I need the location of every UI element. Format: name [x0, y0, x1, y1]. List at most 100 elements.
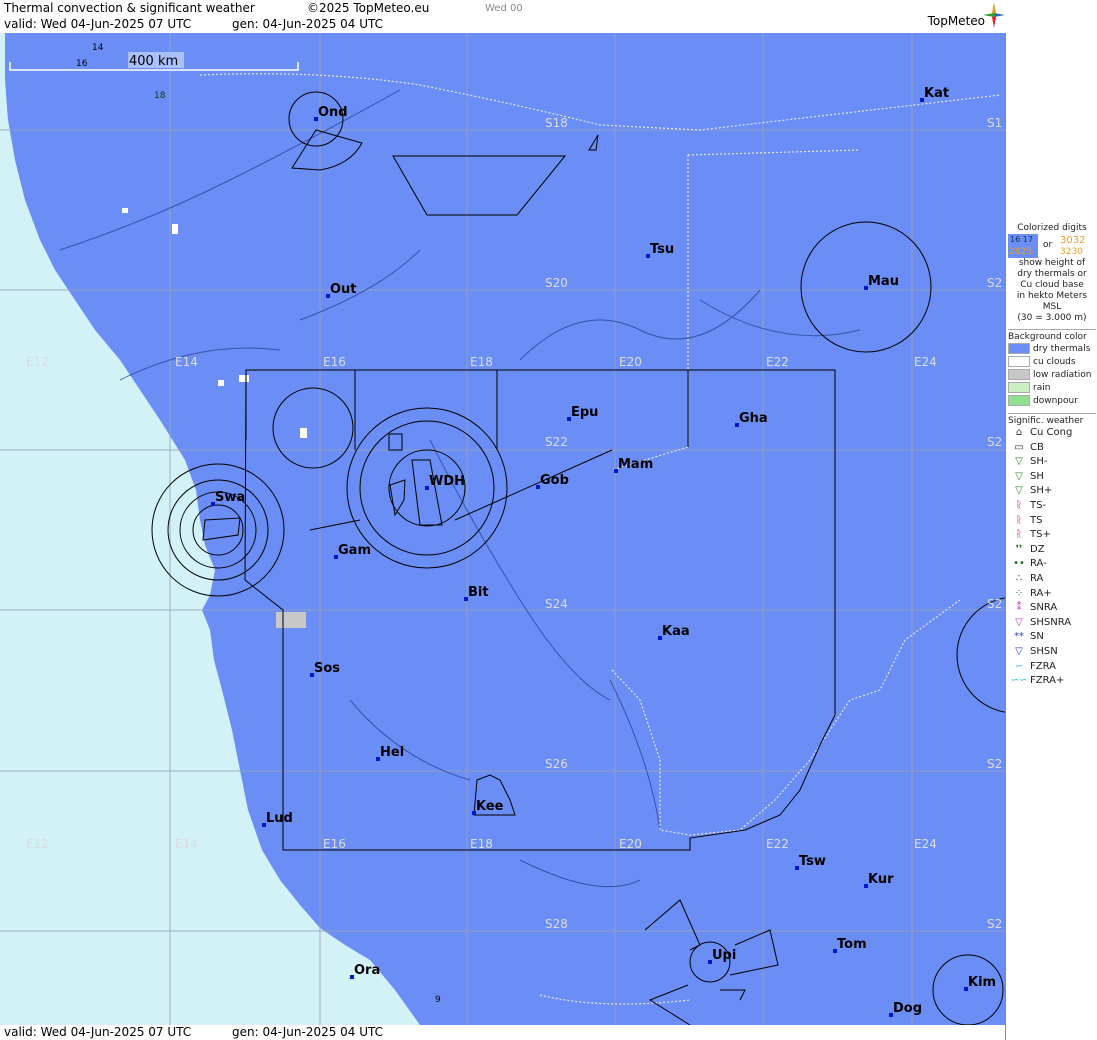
city-label: Hel	[380, 745, 404, 760]
city-marker: Tsu	[646, 242, 674, 258]
thermal-digit: 18	[154, 91, 166, 101]
color-swatch	[1008, 369, 1030, 380]
footer-valid-time: valid: Wed 04-Jun-2025 07 UTC	[4, 1025, 192, 1039]
city-label: Gob	[540, 473, 569, 488]
weather-legend-label: FZRA	[1030, 660, 1056, 672]
background-legend-item: dry thermals	[1008, 343, 1096, 356]
background-legend-label: cu clouds	[1033, 357, 1076, 367]
city-marker: Hel	[376, 745, 404, 761]
background-legend-item: downpour	[1008, 395, 1096, 408]
city-marker: Swa	[211, 490, 245, 506]
city-label: Sos	[314, 661, 340, 676]
city-label: Tsu	[650, 242, 674, 257]
brand-name: TopMeteo	[927, 14, 985, 28]
weather-legend-label: TS	[1030, 514, 1043, 526]
longitude-label: E20	[619, 355, 642, 369]
city-label: Gha	[739, 411, 768, 426]
weather-legend-item: ⁘ RA+	[1008, 587, 1096, 602]
weather-map[interactable]: 400 km 14 16 18 E12 E14 E16 E18 E20 E22 E24 E12…	[0, 33, 1005, 1025]
longitude-label: E22	[766, 355, 789, 369]
city-label: Bit	[468, 585, 489, 600]
weather-legend-label: CB	[1030, 441, 1044, 453]
weather-legend: Signific. weather ⌂ Cu Cong ▭ CB ▽ SH- ▽ SH ▽ SH+…	[1008, 413, 1096, 689]
background-legend-label: dry thermals	[1033, 344, 1091, 354]
weather-legend-item: ▽ SH	[1008, 470, 1096, 485]
color-swatch	[1008, 356, 1030, 367]
city-label: Kim	[968, 975, 996, 990]
weather-legend-item: ᚱ TS+	[1008, 528, 1096, 543]
weather-legend-label: RA	[1030, 572, 1044, 584]
city-label: Ora	[354, 963, 380, 978]
background-legend-item: rain	[1008, 382, 1096, 395]
background-legend-label: rain	[1033, 383, 1051, 393]
weather-symbol-icon: ▽	[1015, 616, 1023, 628]
city-marker: Ond	[314, 105, 348, 121]
weather-legend-label: SH-	[1030, 456, 1048, 468]
digits-legend-title: Colorized digits	[1017, 223, 1087, 233]
city-marker: Mau	[864, 274, 899, 290]
digits-desc-line: dry thermals or	[1017, 269, 1087, 279]
city-marker: Ora	[350, 963, 380, 979]
background-legend-item: low radiation	[1008, 369, 1096, 382]
weather-legend-label: TS-	[1030, 499, 1047, 511]
weather-legend-item: ▽ SHSN	[1008, 645, 1096, 660]
city-marker: Sos	[310, 661, 340, 677]
background-legend-label: low radiation	[1033, 370, 1092, 380]
low-radiation-patch	[276, 612, 306, 628]
city-label: Dog	[893, 1001, 922, 1016]
weather-legend-item: ▭ CB	[1008, 441, 1096, 456]
background-legend: Background color dry thermals cu clouds lo…	[1008, 329, 1096, 408]
city-marker: WDH	[425, 474, 465, 490]
city-marker: Gam	[334, 543, 371, 559]
weather-symbol-icon: ᚱ	[1016, 514, 1022, 526]
latitude-edge-label: S2	[987, 435, 1002, 449]
city-marker: Kat	[920, 86, 949, 102]
weather-legend-item: ▽ SHSNRA	[1008, 616, 1096, 631]
weather-legend-label: SH+	[1030, 485, 1053, 497]
city-marker: Bit	[464, 585, 489, 601]
weather-legend-label: SH	[1030, 470, 1044, 482]
longitude-label: E22	[766, 837, 789, 851]
digits-sample-1: 16 17	[1010, 235, 1033, 244]
weather-symbol-icon: ▽	[1015, 645, 1023, 657]
city-label: Kaa	[662, 624, 690, 639]
weather-symbol-icon: ⌂	[1015, 427, 1023, 438]
digits-sample-4: 3230	[1060, 247, 1083, 257]
weather-legend-item: ▽ SH-	[1008, 455, 1096, 470]
longitude-label: E12	[26, 355, 49, 369]
weather-legend-item: ❜❜ DZ	[1008, 543, 1096, 558]
city-marker: Upi	[708, 948, 736, 964]
city-label: Tsw	[799, 854, 826, 869]
latitude-edge-label: S2	[987, 597, 1002, 611]
city-marker: Dog	[889, 1001, 922, 1017]
copyright: ©2025 TopMeteo.eu	[307, 1, 430, 15]
city-label: Lud	[266, 811, 293, 826]
longitude-label: E14	[175, 355, 198, 369]
weather-legend-label: SNRA	[1030, 602, 1058, 614]
weather-legend-item: ** SN	[1008, 630, 1096, 645]
weather-legend-label: RA-	[1030, 558, 1047, 570]
weather-symbol-icon: ⁑	[1016, 602, 1022, 614]
longitude-label: E16	[323, 837, 346, 851]
city-label: Kat	[924, 86, 949, 101]
weather-legend-item: ᚱ TS	[1008, 514, 1096, 529]
city-marker: Kur	[864, 872, 894, 888]
weather-legend-label: SHSN	[1030, 645, 1058, 657]
weather-legend-label: RA+	[1030, 587, 1052, 599]
weather-legend-item: ᚱ TS-	[1008, 499, 1096, 514]
weather-legend-item: ⌂ Cu Cong	[1008, 426, 1096, 441]
legend-panel: Colorized digits 16 17 2825 or 3032 3230…	[1005, 33, 1097, 1040]
weather-symbol-icon: **	[1014, 631, 1024, 643]
longitude-label: E24	[914, 355, 937, 369]
city-label: Epu	[571, 405, 598, 420]
weather-legend-item: ∽∽ FZRA+	[1008, 674, 1096, 689]
longitude-label: E18	[470, 837, 493, 851]
longitude-label: E12	[26, 837, 49, 851]
map-title: Thermal convection & significant weather	[4, 1, 255, 15]
map-footer: valid: Wed 04-Jun-2025 07 UTC gen: 04-Ju…	[0, 1025, 1005, 1040]
color-swatch	[1008, 395, 1030, 406]
latitude-label: S26	[545, 757, 568, 771]
latitude-label: S24	[545, 597, 568, 611]
longitude-label: E20	[619, 837, 642, 851]
digits-desc-line: Cu cloud base	[1020, 280, 1084, 290]
